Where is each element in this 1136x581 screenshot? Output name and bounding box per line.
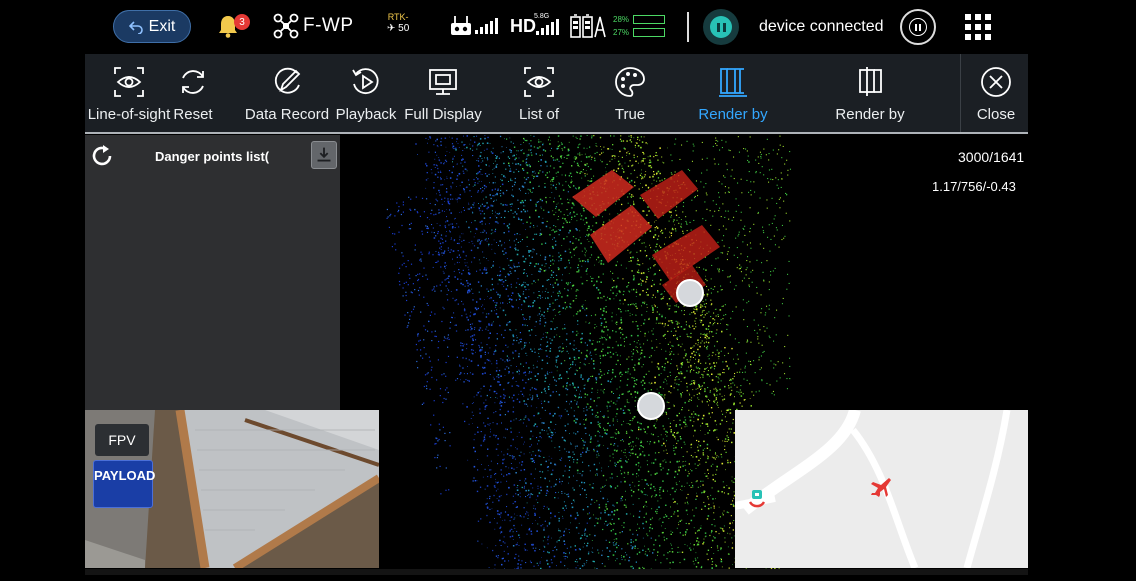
list-eye-icon	[524, 67, 554, 97]
true-color-button[interactable]: True	[610, 54, 650, 132]
playback-label: Playback	[335, 106, 397, 123]
toolbar: Line-of-sight Reset Data Record Playback…	[85, 54, 1028, 134]
danger-point-marker-2[interactable]	[637, 392, 665, 420]
exit-button[interactable]: Exit	[113, 10, 191, 43]
playback-icon	[352, 68, 379, 94]
battery-levels: 28% 27%	[613, 13, 666, 39]
full-display-label: Full Display	[404, 106, 482, 123]
palette-icon	[615, 67, 645, 97]
line-of-sight-label: Line-of-sight	[87, 106, 171, 123]
connection-pause-icon	[710, 16, 732, 38]
status-bar: Exit 3 F-WP RTK- ✈ 50 HD 5.8G 28% 27% de…	[85, 0, 1028, 54]
satellite-icon: ✈	[387, 23, 396, 34]
rtk-label: RTK-	[387, 12, 409, 22]
close-button[interactable]: Close	[969, 54, 1023, 132]
camera-feed[interactable]: FPV PAYLOAD	[85, 410, 379, 568]
data-record-button[interactable]: Data Record	[243, 54, 331, 132]
render-by-height-label: Render by	[698, 106, 768, 123]
reset-label: Reset	[173, 106, 213, 123]
battery-icon	[570, 14, 606, 38]
exit-label: Exit	[148, 17, 176, 35]
device-status-text: device connected	[759, 18, 884, 35]
full-display-button[interactable]: Full Display	[401, 54, 485, 132]
home-point-icon	[747, 488, 767, 508]
render-by-intensity-button[interactable]: Render by	[830, 54, 910, 132]
fpv-button[interactable]: FPV	[95, 424, 149, 456]
battery-2-percent: 27%	[613, 28, 630, 37]
status-divider	[687, 12, 689, 42]
playback-button[interactable]: Playback	[334, 54, 398, 132]
render-by-height-button[interactable]: Render by	[693, 54, 773, 132]
danger-points-title: Danger points list(	[155, 149, 270, 164]
toolbar-divider	[960, 54, 961, 132]
render-by-intensity-label: Render by	[835, 106, 905, 123]
coordinate-readout: 1.17/756/-0.43	[932, 179, 1016, 194]
map-view[interactable]	[735, 410, 1028, 568]
aircraft-model: F-WP	[303, 15, 354, 36]
rtk-status: RTK- ✈ 50	[387, 12, 409, 34]
bottom-strip	[85, 569, 1028, 575]
eye-scan-icon	[114, 67, 144, 97]
pause-icon	[909, 18, 927, 36]
render-intensity-icon	[859, 67, 882, 96]
video-signal-icon	[536, 19, 559, 35]
close-label: Close	[976, 106, 1016, 123]
export-icon	[317, 147, 331, 162]
connection-toggle-button[interactable]	[703, 9, 739, 45]
line-of-sight-button[interactable]: Line-of-sight	[85, 54, 173, 132]
export-button[interactable]	[311, 141, 337, 169]
drone-icon	[273, 13, 299, 39]
close-circle-icon	[981, 67, 1011, 97]
refresh-icon[interactable]	[89, 143, 115, 169]
true-color-label: True	[614, 106, 646, 123]
danger-point-marker-1[interactable]	[676, 279, 704, 307]
render-height-icon	[719, 68, 747, 97]
aircraft-position-icon	[870, 476, 892, 498]
list-of-label: List of	[518, 106, 560, 123]
rc-signal-icon	[475, 18, 498, 34]
notification-badge: 3	[234, 14, 250, 30]
pause-button[interactable]	[900, 9, 936, 45]
resolution-readout: 3000/1641	[958, 149, 1025, 165]
danger-points-panel: Danger points list(	[85, 135, 340, 411]
data-record-label: Data Record	[244, 106, 330, 123]
full-display-icon	[429, 69, 457, 95]
video-link-label: HD	[510, 16, 536, 36]
payload-button[interactable]: PAYLOAD	[93, 460, 155, 508]
battery-1-cell	[633, 15, 666, 24]
battery-1-percent: 28%	[613, 15, 630, 24]
battery-2-cell	[633, 28, 666, 37]
reset-button[interactable]: Reset	[171, 54, 215, 132]
apps-grid-icon[interactable]	[965, 14, 991, 40]
rtk-value: 50	[398, 23, 410, 34]
back-arrow-icon	[128, 20, 143, 34]
record-pen-icon	[274, 67, 301, 94]
reset-icon	[182, 70, 204, 94]
list-of-button[interactable]: List of	[509, 54, 569, 132]
remote-controller-icon	[451, 16, 471, 35]
